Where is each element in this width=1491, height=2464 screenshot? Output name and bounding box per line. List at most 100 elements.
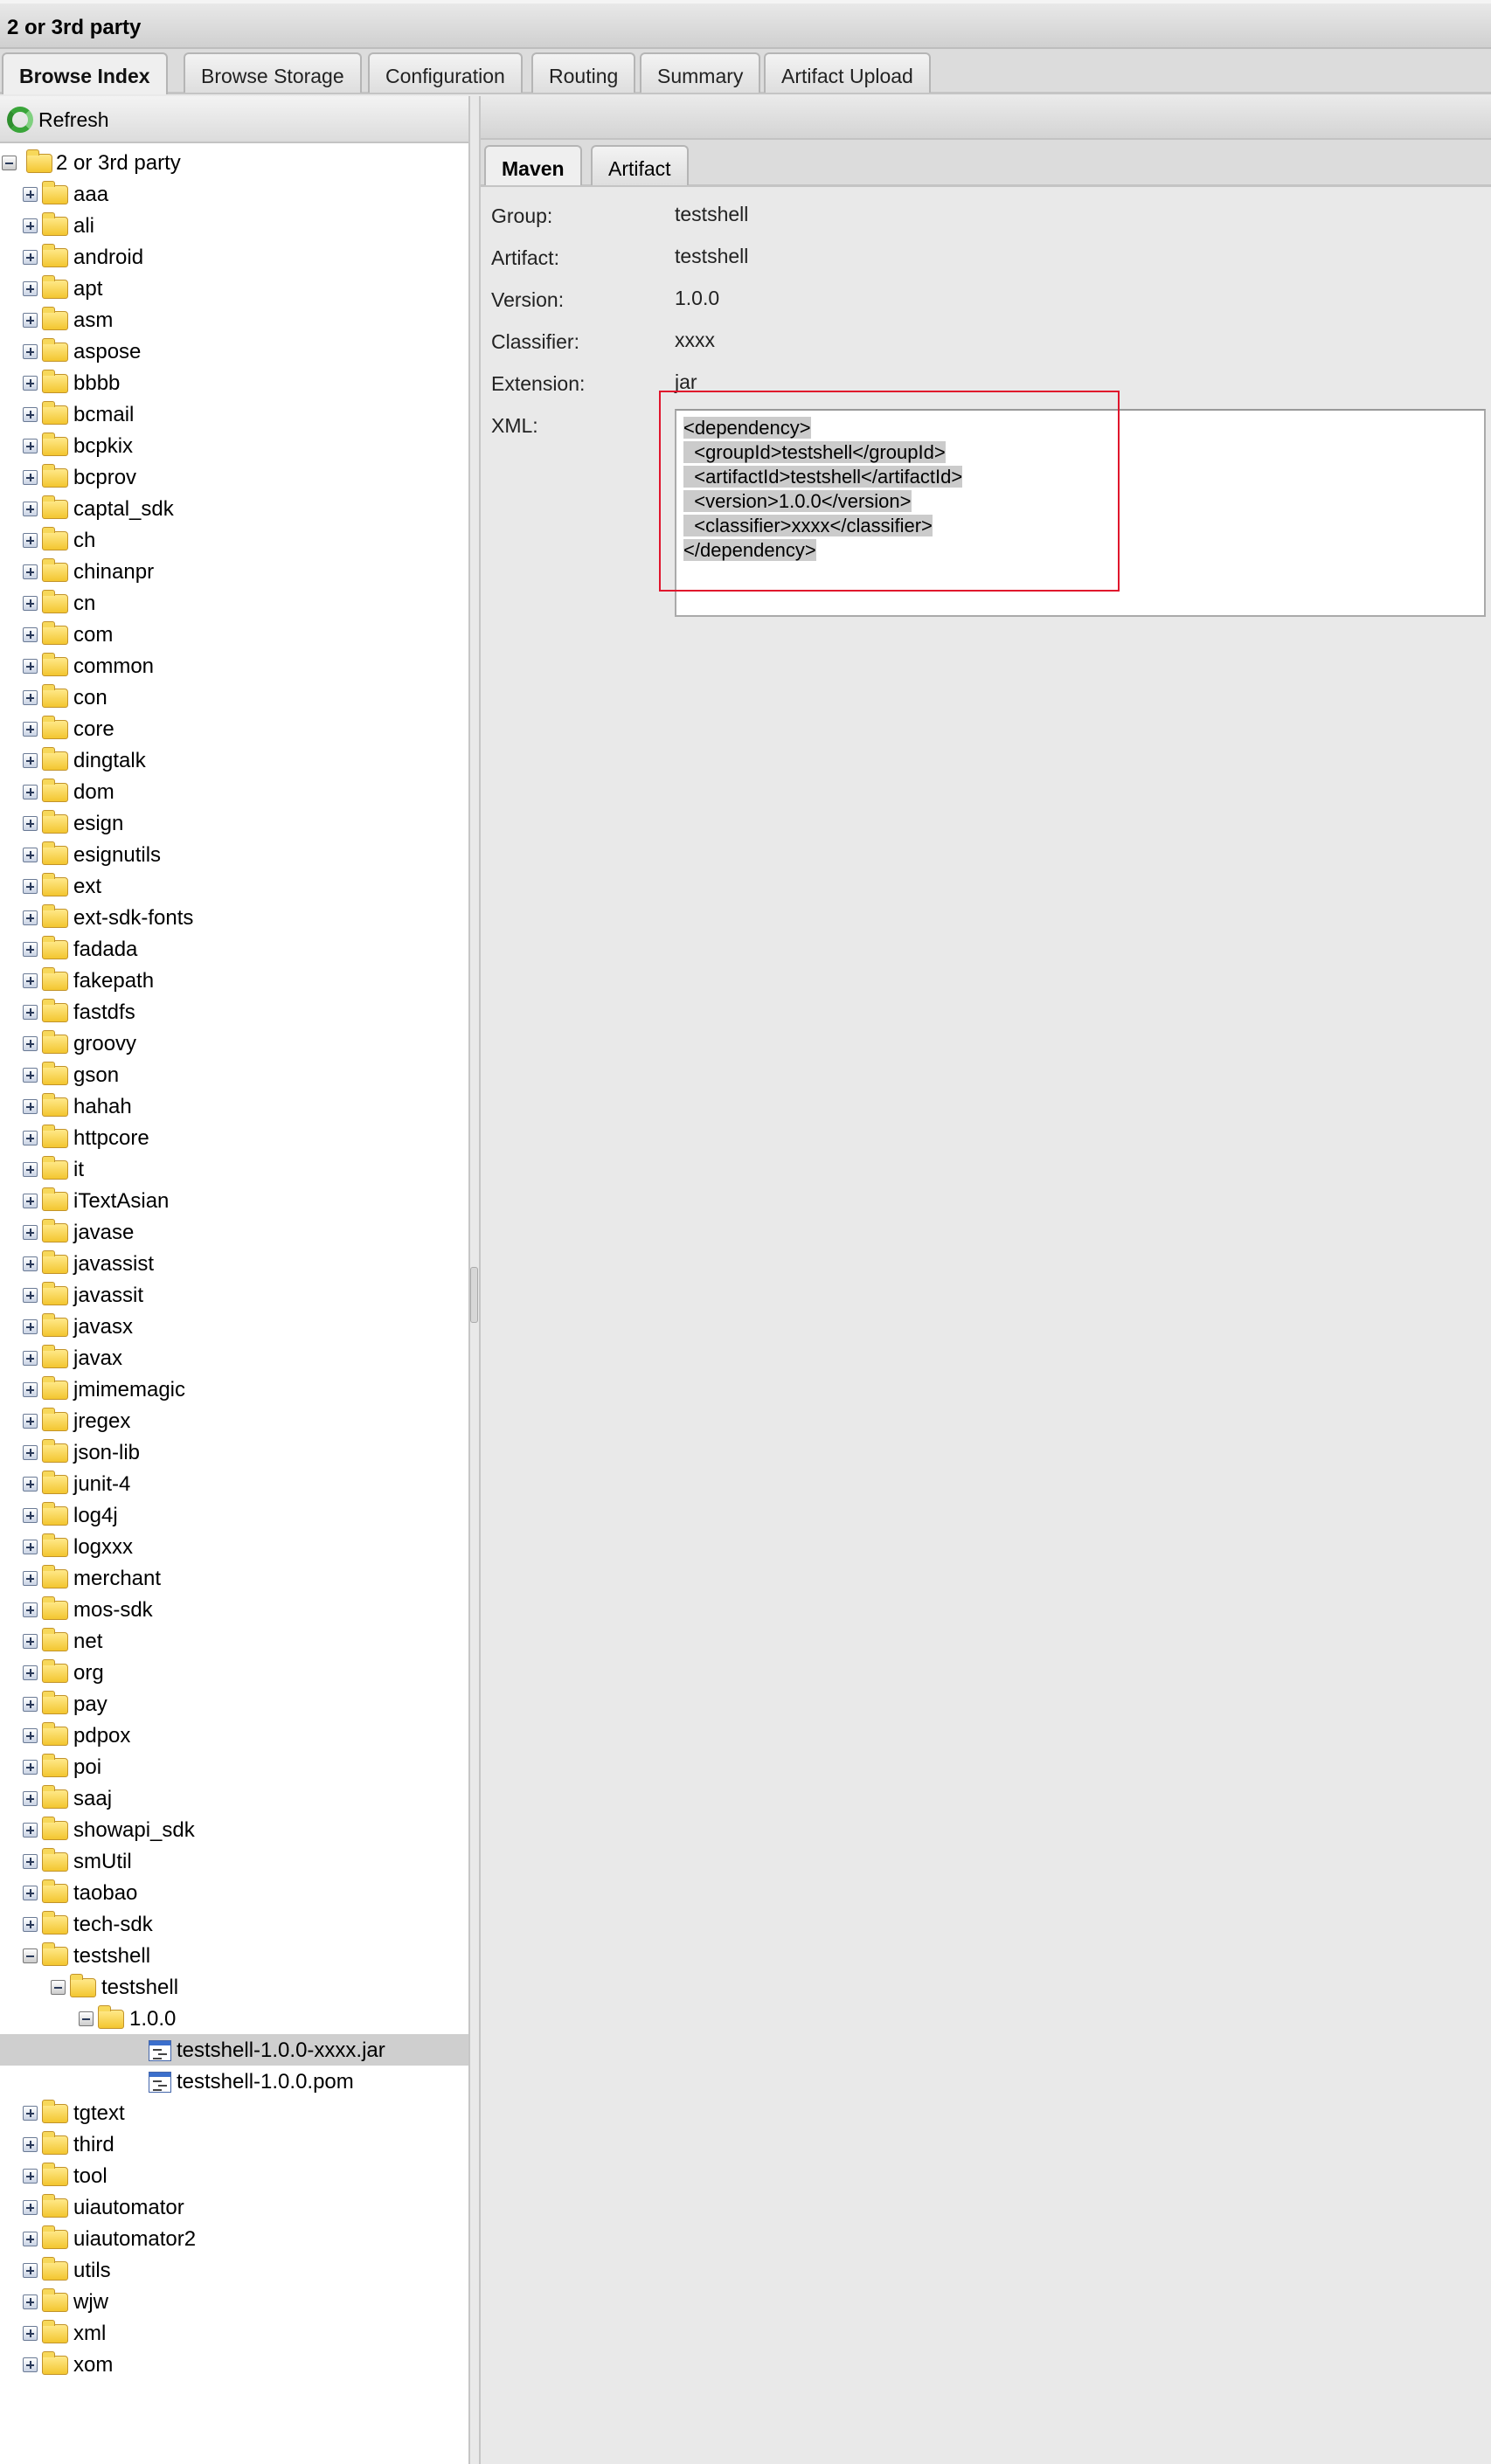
expand-icon[interactable] (23, 1036, 38, 1051)
expand-icon[interactable] (23, 848, 38, 862)
tree-folder-item[interactable]: bcmail (0, 398, 468, 430)
expand-icon[interactable] (23, 1194, 38, 1208)
expand-icon[interactable] (23, 2200, 38, 2215)
tab-routing[interactable]: Routing (531, 52, 636, 93)
expand-icon[interactable] (23, 2137, 38, 2152)
expand-icon[interactable] (23, 2106, 38, 2121)
expand-icon[interactable] (23, 187, 38, 202)
expand-icon[interactable] (23, 2169, 38, 2184)
tree-folder-item[interactable]: esign (0, 807, 468, 839)
tree-folder-item[interactable]: uiautomator2 (0, 2223, 468, 2254)
tree-folder-item[interactable]: json-lib (0, 1436, 468, 1468)
expand-icon[interactable] (23, 973, 38, 988)
tree-folder-item[interactable]: httpcore (0, 1122, 468, 1153)
expand-icon[interactable] (23, 879, 38, 894)
expand-icon[interactable] (23, 1351, 38, 1366)
expand-icon[interactable] (23, 1319, 38, 1334)
tree-folder-item[interactable]: bcpkix (0, 430, 468, 461)
refresh-button[interactable]: Refresh (0, 96, 468, 143)
tree-folder-item[interactable]: javasx (0, 1311, 468, 1342)
tree-folder-item[interactable]: chinanpr (0, 556, 468, 587)
expand-icon[interactable] (23, 533, 38, 548)
expand-icon[interactable] (23, 1068, 38, 1083)
tree-folder-item[interactable]: junit-4 (0, 1468, 468, 1499)
expand-icon[interactable] (23, 281, 38, 296)
tab-artifact[interactable]: Artifact (591, 145, 689, 185)
expand-icon[interactable] (23, 407, 38, 422)
tree-folder-item[interactable]: mos-sdk (0, 1594, 468, 1625)
tree-folder-item[interactable]: ali (0, 210, 468, 241)
tree-folder-item[interactable]: cn (0, 587, 468, 619)
expand-icon[interactable] (23, 1697, 38, 1712)
tree-folder-item[interactable]: ext-sdk-fonts (0, 902, 468, 933)
expand-icon[interactable] (23, 816, 38, 831)
expand-icon[interactable] (23, 1477, 38, 1492)
tree-folder-item[interactable]: utils (0, 2254, 468, 2286)
expand-icon[interactable] (23, 218, 38, 233)
tree-file-item[interactable]: testshell-1.0.0.pom (0, 2066, 468, 2097)
tree-folder-item[interactable]: captal_sdk (0, 493, 468, 524)
tree-folder-item[interactable]: gson (0, 1059, 468, 1090)
collapse-icon[interactable] (2, 156, 17, 170)
expand-icon[interactable] (23, 1665, 38, 1680)
tree-folder-item[interactable]: net (0, 1625, 468, 1657)
tree-folder-item[interactable]: showapi_sdk (0, 1814, 468, 1845)
expand-icon[interactable] (23, 1225, 38, 1240)
tree-folder-item[interactable]: apt (0, 273, 468, 304)
tree-folder-item[interactable]: smUtil (0, 1845, 468, 1877)
expand-icon[interactable] (23, 627, 38, 642)
tree-file-item[interactable]: testshell-1.0.0-xxxx.jar (0, 2034, 468, 2066)
expand-icon[interactable] (23, 1288, 38, 1303)
expand-icon[interactable] (23, 1728, 38, 1743)
tree-folder-item[interactable]: aspose (0, 336, 468, 367)
expand-icon[interactable] (23, 313, 38, 328)
expand-icon[interactable] (23, 1854, 38, 1869)
tab-browse-storage[interactable]: Browse Storage (184, 52, 362, 93)
expand-icon[interactable] (23, 1099, 38, 1114)
expand-icon[interactable] (23, 470, 38, 485)
expand-icon[interactable] (23, 1162, 38, 1177)
tree-folder-item[interactable]: saaj (0, 1782, 468, 1814)
tree-folder-item[interactable]: dom (0, 776, 468, 807)
tree-folder-item[interactable]: android (0, 241, 468, 273)
tree-folder-item[interactable]: logxxx (0, 1531, 468, 1562)
tree-folder-item[interactable]: third (0, 2128, 468, 2160)
tree-folder-item[interactable]: com (0, 619, 468, 650)
tree-folder-item[interactable]: 1.0.0 (0, 2003, 468, 2034)
expand-icon[interactable] (23, 1571, 38, 1586)
expand-icon[interactable] (23, 2232, 38, 2246)
tree-folder-item[interactable]: org (0, 1657, 468, 1688)
tree-folder-item[interactable]: con (0, 682, 468, 713)
tree-folder-item[interactable]: iTextAsian (0, 1185, 468, 1216)
expand-icon[interactable] (23, 753, 38, 768)
tree-folder-item[interactable]: jregex (0, 1405, 468, 1436)
expand-icon[interactable] (23, 1256, 38, 1271)
tree-folder-item[interactable]: dingtalk (0, 744, 468, 776)
xml-textarea[interactable]: <dependency> <groupId>testshell</groupId… (675, 409, 1486, 617)
expand-icon[interactable] (23, 439, 38, 453)
collapse-icon[interactable] (79, 2011, 94, 2026)
tree-folder-item[interactable]: bbbb (0, 367, 468, 398)
expand-icon[interactable] (23, 910, 38, 925)
tree-folder-item[interactable]: pay (0, 1688, 468, 1720)
tree-folder-item[interactable]: fakepath (0, 965, 468, 996)
expand-icon[interactable] (23, 1823, 38, 1838)
tree-folder-item[interactable]: bcprov (0, 461, 468, 493)
collapse-icon[interactable] (51, 1980, 66, 1995)
expand-icon[interactable] (23, 1602, 38, 1617)
expand-icon[interactable] (23, 1005, 38, 1020)
expand-icon[interactable] (23, 942, 38, 957)
expand-icon[interactable] (23, 690, 38, 705)
expand-icon[interactable] (23, 1382, 38, 1397)
tab-maven[interactable]: Maven (484, 145, 582, 185)
panel-splitter-handle[interactable] (470, 1267, 478, 1323)
tree-folder-item[interactable]: hahah (0, 1090, 468, 1122)
tree-folder-item[interactable]: wjw (0, 2286, 468, 2317)
tree-folder-item[interactable]: javax (0, 1342, 468, 1374)
tree-folder-item[interactable]: pdpox (0, 1720, 468, 1751)
expand-icon[interactable] (23, 376, 38, 391)
expand-icon[interactable] (23, 1917, 38, 1932)
tree-folder-item[interactable]: 2 or 3rd party (0, 147, 468, 178)
tree-folder-item[interactable]: jmimemagic (0, 1374, 468, 1405)
tree-folder-item[interactable]: xom (0, 2349, 468, 2380)
